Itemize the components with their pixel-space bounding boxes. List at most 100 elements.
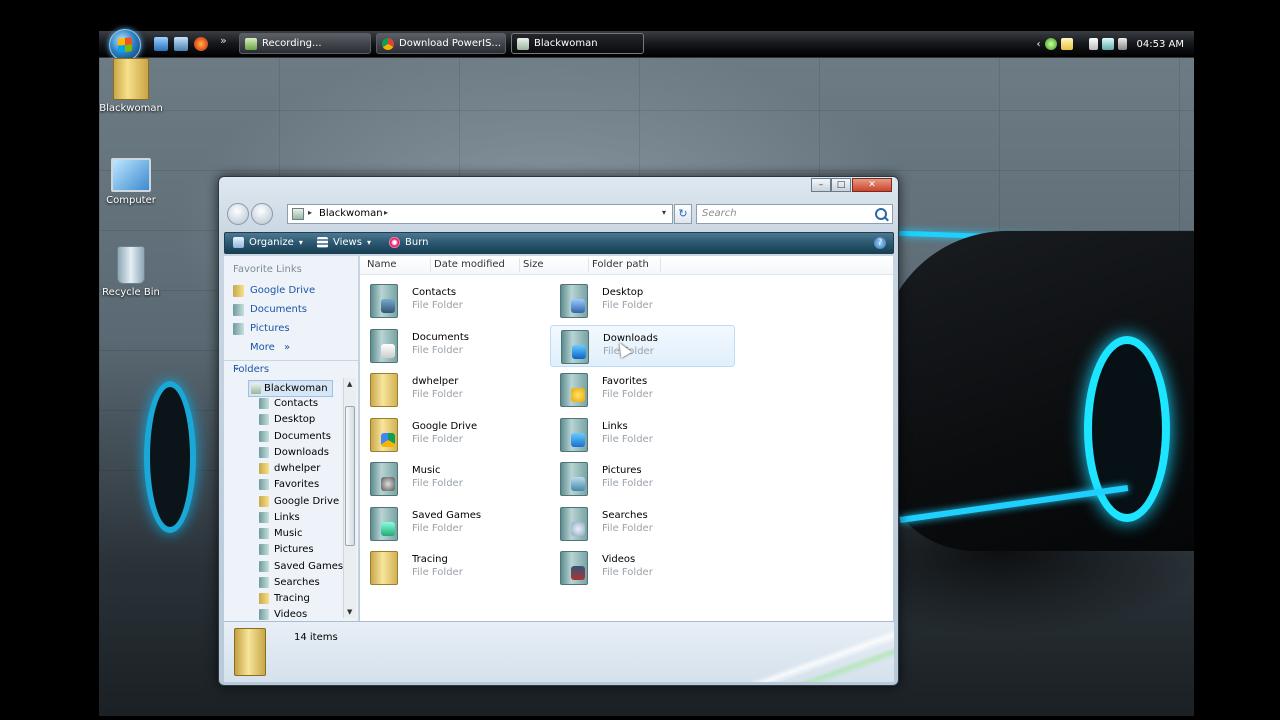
help-icon[interactable]: ?	[874, 237, 886, 249]
column-divider[interactable]	[588, 258, 589, 272]
folder-item-downloads[interactable]: Downloads File Folder	[550, 324, 735, 367]
tree-item-favorites[interactable]: Favorites	[259, 477, 319, 492]
folder-icon	[259, 560, 269, 572]
folders-header[interactable]: Folders ⌄	[224, 360, 358, 379]
start-button[interactable]	[109, 29, 141, 61]
favorite-link-label: Google Drive	[250, 285, 316, 296]
volume-icon[interactable]	[1117, 38, 1127, 50]
folder-item-google-drive[interactable]: Google Drive File Folder	[360, 414, 545, 456]
views-button[interactable]: Views ▾	[317, 236, 371, 250]
breadcrumb-separator[interactable]: ▸	[308, 208, 312, 217]
tree-item-music[interactable]: Music	[259, 526, 302, 541]
folder-item-tracing[interactable]: Tracing File Folder	[360, 547, 545, 589]
favorite-link-google-drive[interactable]: Google Drive	[233, 285, 316, 297]
column-header-size[interactable]: Size	[523, 259, 544, 270]
tree-item-videos[interactable]: Videos	[259, 607, 307, 621]
show-desktop-icon[interactable]	[154, 37, 168, 51]
column-header-folder-path[interactable]: Folder path	[592, 259, 649, 270]
tree-item-contacts[interactable]: Contacts	[259, 396, 318, 411]
breadcrumb-separator[interactable]: ▸	[384, 208, 388, 217]
folder-item-saved-games[interactable]: Saved Games File Folder	[360, 503, 545, 545]
user-folder-icon	[251, 383, 261, 394]
address-bar[interactable]: ▸ Blackwoman ▸ ▾	[287, 204, 673, 224]
taskbar-button-download[interactable]: Download PowerIS...	[376, 33, 506, 54]
folder-item-contacts[interactable]: Contacts File Folder	[360, 280, 545, 322]
scroll-down-icon[interactable]: ▼	[347, 608, 352, 616]
folder-badge-icon	[381, 343, 395, 358]
maximize-button[interactable]: □	[831, 178, 851, 192]
desktop-icon-blackwoman[interactable]: Blackwoman	[96, 58, 166, 114]
firefox-icon[interactable]	[194, 37, 208, 51]
window-title-bar[interactable]: – □ ✕	[219, 177, 898, 201]
search-placeholder: Search	[702, 208, 737, 219]
tree-item-links[interactable]: Links	[259, 510, 300, 525]
folder-item-searches[interactable]: Searches File Folder	[550, 503, 735, 545]
refresh-button[interactable]: ↻	[674, 204, 692, 224]
tree-item-label: Saved Games	[274, 560, 344, 572]
tray-expand-chevron-icon[interactable]: ‹	[1037, 39, 1041, 50]
tree-item-blackwoman[interactable]: Blackwoman	[248, 380, 333, 397]
favorite-link-documents[interactable]: Documents	[233, 304, 307, 316]
tray-app-icon[interactable]	[1044, 38, 1057, 50]
column-divider[interactable]	[430, 258, 431, 272]
folder-item-favorites[interactable]: Favorites File Folder	[550, 369, 735, 411]
tree-item-tracing[interactable]: Tracing	[259, 591, 310, 606]
tray-battery-icon[interactable]	[1088, 38, 1098, 50]
wallpaper-wheel-rear	[144, 381, 196, 533]
taskbar-button-blackwoman[interactable]: Blackwoman	[511, 33, 644, 54]
favorite-link-pictures[interactable]: Pictures	[233, 323, 290, 335]
folder-item-documents[interactable]: Documents File Folder	[360, 325, 545, 367]
tree-item-google-drive[interactable]: Google Drive	[259, 494, 339, 509]
tree-item-desktop[interactable]: Desktop	[259, 412, 315, 427]
tree-item-label: Videos	[274, 609, 308, 621]
navigation-scrollbar[interactable]: ▲ ▼	[343, 378, 356, 618]
column-header-name[interactable]: Name	[367, 259, 397, 270]
user-folder-icon	[113, 58, 149, 100]
google-drive-folder-icon	[370, 417, 398, 452]
close-button[interactable]: ✕	[852, 178, 892, 192]
tree-item-saved-games[interactable]: Saved Games	[259, 559, 343, 574]
scroll-up-icon[interactable]: ▲	[347, 380, 352, 388]
quick-launch-more[interactable]: »	[220, 34, 227, 47]
column-divider[interactable]	[660, 258, 661, 272]
clock[interactable]: 04:53 AM	[1137, 39, 1184, 50]
more-links[interactable]: More »	[233, 342, 290, 353]
tray-app-icon[interactable]	[1060, 38, 1073, 50]
folder-item-desktop[interactable]: Desktop File Folder	[550, 280, 735, 322]
taskbar-button-recording[interactable]: Recording...	[239, 33, 371, 54]
burn-button[interactable]: Burn	[389, 236, 428, 250]
column-header-date-modified[interactable]: Date modified	[434, 259, 505, 270]
folder-item-music[interactable]: Music File Folder	[360, 458, 545, 500]
tree-item-downloads[interactable]: Downloads	[259, 445, 329, 460]
desktop-icon-computer[interactable]: Computer	[96, 152, 166, 206]
tree-item-pictures[interactable]: Pictures	[259, 542, 314, 557]
folder-item-pictures[interactable]: Pictures File Folder	[550, 458, 735, 500]
chevron-down-icon: ▾	[298, 238, 303, 247]
tree-item-label: Links	[274, 511, 300, 523]
breadcrumb-blackwoman[interactable]: Blackwoman	[319, 208, 383, 219]
back-button[interactable]	[227, 203, 249, 225]
network-icon[interactable]	[1101, 38, 1114, 50]
folder-item-type: File Folder	[412, 300, 463, 311]
tree-item-documents[interactable]: Documents	[259, 429, 331, 444]
burn-disc-icon	[389, 237, 400, 248]
search-input[interactable]: Search	[696, 204, 893, 224]
desktop-icon-recycle-bin[interactable]: Recycle Bin	[96, 246, 166, 298]
folder-item-type: File Folder	[602, 478, 653, 489]
tree-item-label: Desktop	[274, 414, 316, 426]
search-icon[interactable]	[875, 208, 887, 220]
switch-windows-icon[interactable]	[174, 37, 188, 51]
forward-button[interactable]	[251, 203, 273, 225]
column-divider[interactable]	[519, 258, 520, 272]
folder-item-dwhelper[interactable]: dwhelper File Folder	[360, 369, 545, 411]
folder-badge-icon	[571, 521, 585, 536]
folder-item-videos[interactable]: Videos File Folder	[550, 547, 735, 589]
address-dropdown-icon[interactable]: ▾	[662, 208, 666, 217]
minimize-button[interactable]: –	[811, 178, 831, 192]
folder-icon	[259, 495, 269, 507]
folder-item-links[interactable]: Links File Folder	[550, 414, 735, 456]
scrollbar-thumb[interactable]	[345, 406, 355, 546]
tree-item-dwhelper[interactable]: dwhelper	[259, 461, 320, 476]
organize-button[interactable]: Organize ▾	[233, 236, 303, 250]
tree-item-searches[interactable]: Searches	[259, 575, 320, 590]
